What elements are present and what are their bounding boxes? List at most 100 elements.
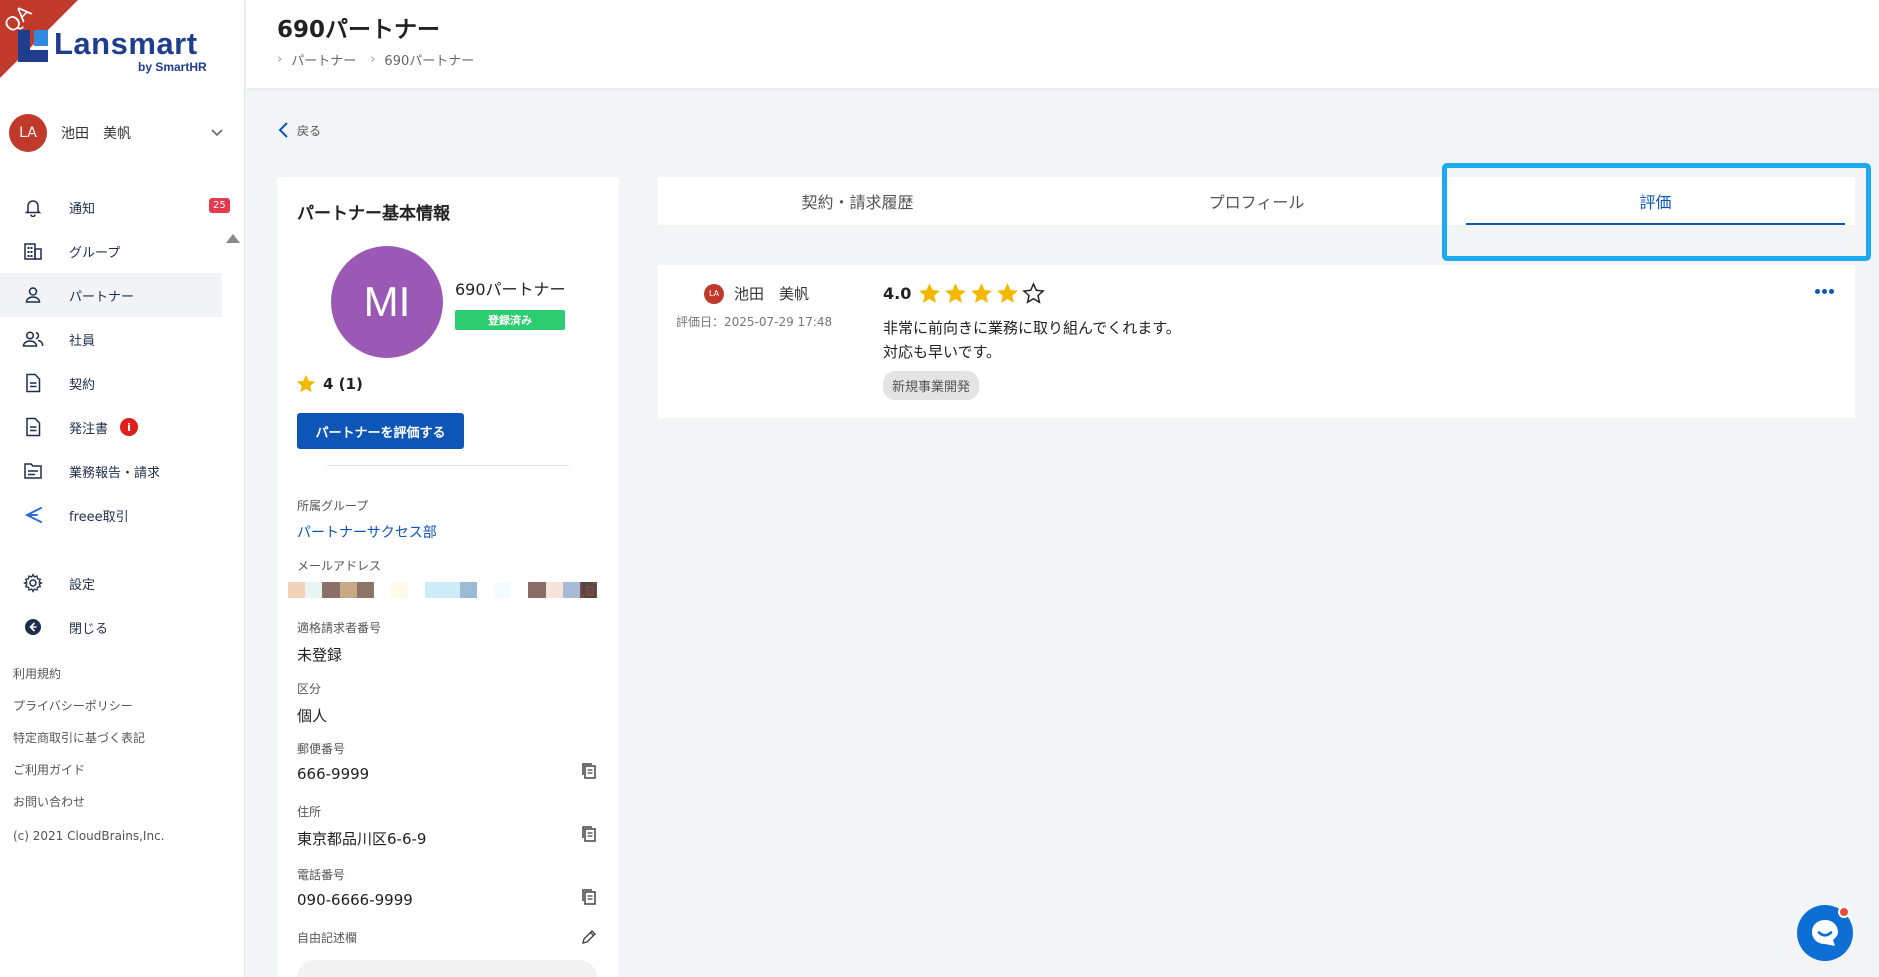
group-link[interactable]: パートナーサクセス部 <box>297 522 597 542</box>
field-value: 666-9999 <box>297 765 370 783</box>
scroll-up-arrow-icon[interactable] <box>226 234 240 243</box>
star-outline-icon <box>1022 282 1046 304</box>
chevron-down-icon[interactable] <box>210 126 224 140</box>
sidebar-item-label: 閉じる <box>69 621 109 637</box>
invoice-number-field: 適格請求者番号 未登録 <box>297 619 597 665</box>
brand-sub: by SmartHR <box>138 60 207 74</box>
people-icon <box>22 328 44 350</box>
back-label: 戻る <box>297 123 322 138</box>
sidebar-item-partner[interactable]: パートナー <box>0 273 222 317</box>
footer-link-guide[interactable]: ご利用ガイド <box>13 760 165 792</box>
footer-link-terms[interactable]: 利用規約 <box>13 664 165 696</box>
sidebar-item-report[interactable]: 業務報告・請求 <box>0 449 222 493</box>
footer-link-commerce[interactable]: 特定商取引に基づく表記 <box>13 728 165 760</box>
tab-highlight-box <box>1442 163 1871 261</box>
reviewer: LA 池田 美帆 <box>704 283 809 304</box>
freee-icon <box>22 504 44 526</box>
breadcrumb-item[interactable]: 690パートナー <box>384 50 474 69</box>
sidebar-item-label: 契約 <box>69 377 96 393</box>
sidebar-item-group[interactable]: グループ <box>0 229 222 273</box>
memo-field: 自由記述欄 <box>297 929 597 946</box>
email-redacted <box>288 582 598 598</box>
gear-icon <box>22 572 44 594</box>
field-label: メールアドレス <box>297 559 382 573</box>
breadcrumb-item[interactable]: パートナー <box>291 50 356 69</box>
review-line: 非常に前向きに業務に取り組んでくれます。 <box>883 319 1181 337</box>
chevron-left-icon <box>278 122 288 138</box>
sidebar-item-contract[interactable]: 契約 <box>0 361 222 405</box>
copy-icon[interactable] <box>581 888 597 906</box>
copy-icon[interactable] <box>581 762 597 780</box>
copy-icon[interactable] <box>581 581 597 599</box>
bell-icon <box>22 196 44 218</box>
footer-link-contact[interactable]: お問い合わせ <box>13 792 165 824</box>
sidebar-item-label: 設定 <box>69 577 96 593</box>
evaluate-partner-button[interactable]: パートナーを評価する <box>297 413 464 449</box>
brand-logo[interactable]: Lansmart <box>18 26 198 62</box>
sidebar-item-label: 発注書 <box>69 421 109 437</box>
chevron-right-icon: › <box>277 52 283 67</box>
avatar: LA <box>704 283 724 304</box>
user-menu[interactable]: LA 池田 美帆 <box>9 112 224 154</box>
close-circle-icon <box>22 616 44 638</box>
score-value: 4.0 <box>883 284 912 303</box>
chat-icon <box>1812 920 1838 946</box>
status-badge: 登録済み <box>455 310 565 330</box>
section-title: パートナー基本情報 <box>297 204 450 224</box>
sidebar-item-label: パートナー <box>69 289 135 305</box>
sidebar-item-label: グループ <box>69 245 121 261</box>
reviewer-name: 池田 美帆 <box>734 285 810 303</box>
star-icon <box>971 283 993 303</box>
chevron-right-icon: › <box>370 52 376 67</box>
partner-rating: 4 (1) <box>295 373 363 395</box>
chat-notification-dot <box>1838 906 1850 918</box>
star-icon <box>296 374 316 393</box>
field-value: 個人 <box>297 707 328 725</box>
divider <box>327 465 569 466</box>
more-options-icon[interactable] <box>1815 289 1836 294</box>
tab-contract-history[interactable]: 契約・請求履歴 <box>658 177 1057 225</box>
star-icon <box>945 283 967 303</box>
field-label: 区分 <box>297 682 322 696</box>
sidebar-item-close[interactable]: 閉じる <box>0 605 222 649</box>
phone-field: 電話番号 090-6666-9999 <box>297 866 597 909</box>
type-field: 区分 個人 <box>297 680 597 726</box>
brand-name: Lansmart <box>54 26 198 61</box>
notice-count-badge: 25 <box>209 198 230 213</box>
sidebar-item-settings[interactable]: 設定 <box>0 561 222 605</box>
sidebar-item-order[interactable]: 発注書 i <box>0 405 222 449</box>
rating-value: 4 (1) <box>323 375 363 393</box>
star-rating <box>917 281 1047 306</box>
field-label: 郵便番号 <box>297 742 346 756</box>
tab-profile[interactable]: プロフィール <box>1057 177 1456 225</box>
user-name: 池田 美帆 <box>61 126 131 142</box>
building-icon <box>22 240 44 262</box>
field-value: 未登録 <box>297 646 343 664</box>
main-nav: 通知 25 グループ パートナー 社員 契約 発注書 i 業務報告・請求 fre… <box>0 185 230 537</box>
back-link[interactable]: 戻る <box>277 121 321 139</box>
field-value: 東京都品川区6-6-9 <box>297 830 427 848</box>
copyright: (c) 2021 CloudBrains,Inc. <box>13 829 165 843</box>
review-comment: 非常に前向きに業務に取り組んでくれます。 対応も早いです。 <box>883 316 1181 364</box>
page-header: 690パートナー › パートナー › 690パートナー <box>246 0 1879 88</box>
star-icon <box>997 283 1019 303</box>
sidebar: QA Lansmart by SmartHR LA 池田 美帆 通知 25 グル… <box>0 0 245 977</box>
copy-icon[interactable] <box>581 825 597 843</box>
review-line: 対応も早いです。 <box>883 343 1002 361</box>
field-label: 所属グループ <box>297 499 369 513</box>
sidebar-item-notice[interactable]: 通知 25 <box>0 185 230 229</box>
memo-textarea[interactable] <box>297 960 597 977</box>
field-label: 住所 <box>297 805 322 819</box>
group-tag: 新規事業開発 <box>883 371 980 400</box>
partner-info-card: パートナー基本情報 MI 690パートナー 登録済み 4 (1) パートナーを評… <box>277 177 619 977</box>
review-card: LA 池田 美帆 評価日：2025-07-29 17:48 4.0 非常に前向き… <box>658 265 1855 418</box>
sidebar-item-label: 業務報告・請求 <box>69 465 161 481</box>
sidebar-item-employee[interactable]: 社員 <box>0 317 222 361</box>
folder-icon <box>22 460 44 482</box>
review-date: 評価日：2025-07-29 17:48 <box>676 315 833 329</box>
sidebar-item-label: freee取引 <box>69 509 129 525</box>
sidebar-item-label: 社員 <box>69 333 96 349</box>
footer-link-privacy[interactable]: プライバシーポリシー <box>13 696 165 728</box>
pencil-icon[interactable] <box>581 929 597 945</box>
sidebar-item-freee[interactable]: freee取引 <box>0 493 222 537</box>
